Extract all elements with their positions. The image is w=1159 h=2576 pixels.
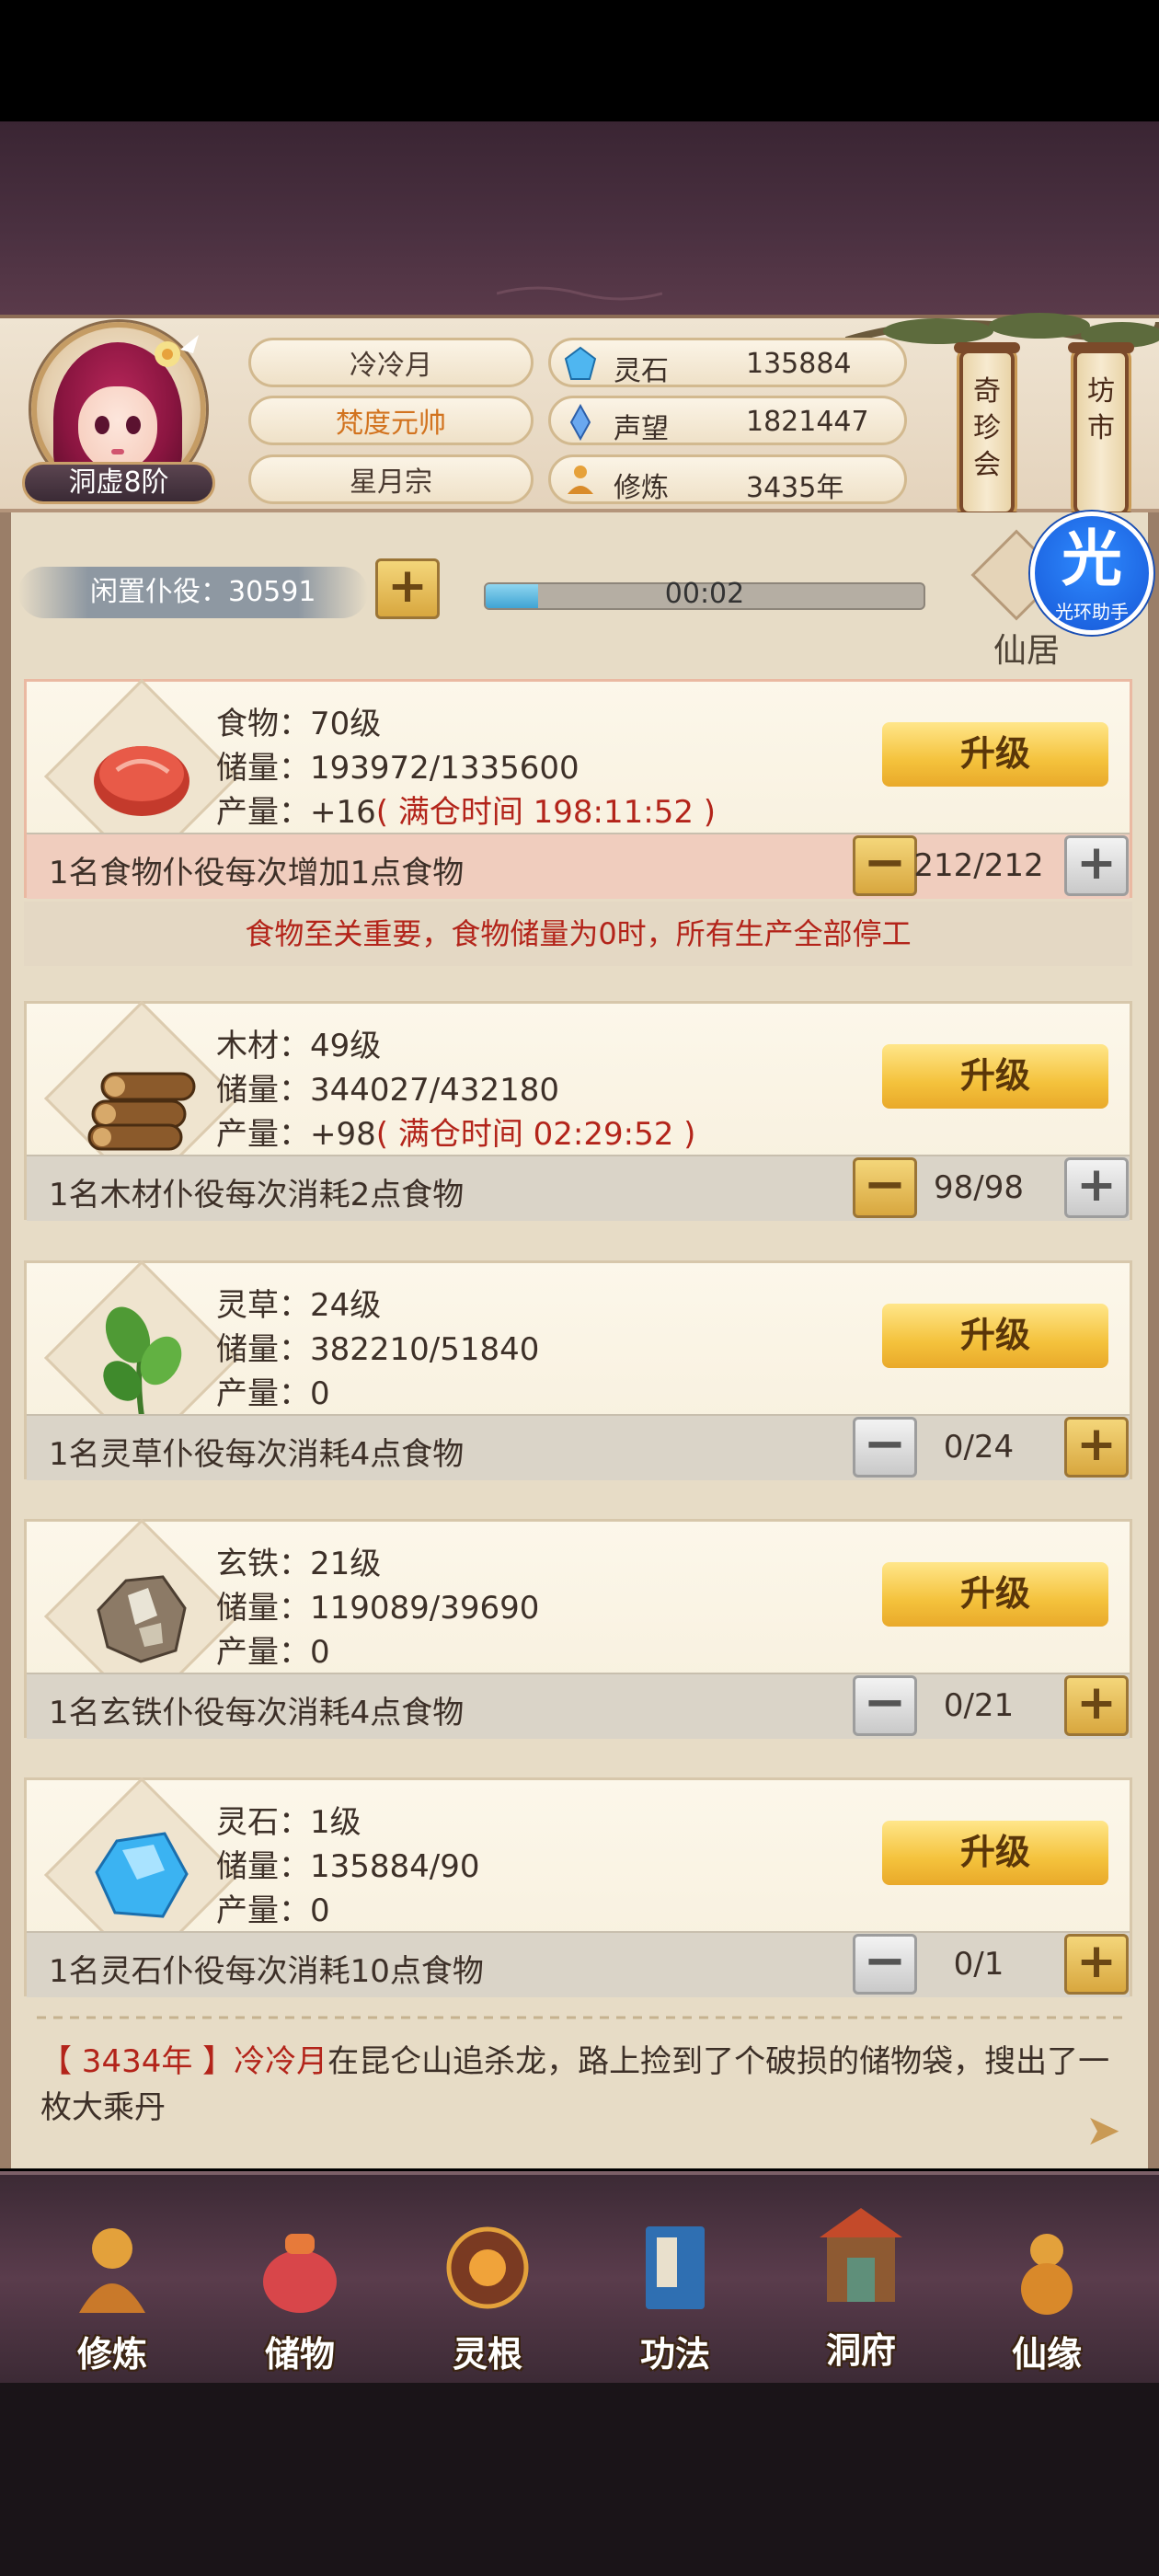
servant-description: 1名灵石仆役每次消耗10点食物	[49, 1953, 484, 1990]
upgrade-button[interactable]: 升级	[882, 1821, 1108, 1885]
add-servant-button[interactable]: +	[1064, 1157, 1129, 1218]
player-sect[interactable]: 星月宗	[248, 454, 534, 504]
residence-label[interactable]: 仙居	[993, 624, 1060, 672]
panel-border-right	[1148, 512, 1159, 2168]
resource-storage: 储量：344027/432180	[216, 1072, 560, 1109]
food-resource-card: 食物：70级 储量：193972/1335600 产量：+16( 满仓时间 19…	[24, 678, 1132, 899]
servant-count: 212/212	[913, 847, 1044, 884]
add-servant-button[interactable]: +	[1064, 1675, 1129, 1736]
spirit-root-icon	[446, 2226, 529, 2309]
add-servant-button[interactable]: +	[1064, 1934, 1129, 1995]
system-nav-area	[0, 2383, 1159, 2576]
header-ornament	[497, 286, 662, 301]
servant-count: 0/21	[943, 1687, 1015, 1724]
remove-servant-button[interactable]: −	[853, 1157, 917, 1218]
card-footer: 1名灵草仆役每次消耗4点食物 − 0/24 +	[27, 1414, 1130, 1480]
event-log: 【 3434年 】冷冷月在昆仑山追杀龙，路上捡到了个破损的储物袋，搜出了一枚大乘…	[40, 2043, 1110, 2126]
wood-resource-card: 木材：49级 储量：344027/432180 产量：+98( 满仓时间 02:…	[24, 1000, 1132, 1221]
resource-level: 灵草：24级	[216, 1287, 382, 1324]
resource-output: 产量：0	[216, 1375, 330, 1412]
hair-flower-icon	[155, 335, 199, 367]
resource-output: 产量：+98( 满仓时间 02:29:52 )	[216, 1116, 696, 1153]
ore-icon	[97, 1575, 187, 1663]
upgrade-button[interactable]: 升级	[882, 1304, 1108, 1368]
wood-logs-icon	[87, 1072, 196, 1151]
resource-level: 玄铁：21级	[216, 1546, 382, 1582]
servant-description: 1名食物仆役每次增加1点食物	[49, 855, 465, 891]
resource-storage: 储量：382210/51840	[216, 1331, 540, 1368]
player-title[interactable]: 梵度元帅	[248, 396, 534, 445]
servant-description: 1名木材仆役每次消耗2点食物	[49, 1177, 465, 1213]
log-next-arrow-icon[interactable]: ➤	[1085, 2105, 1121, 2155]
rank-badge: 洞虚8阶	[22, 462, 215, 504]
helper-overlay-button[interactable]: 光 光环助手	[1030, 512, 1153, 635]
iron-resource-card: 玄铁：21级 储量：119089/39690 产量：0 升级 1名玄铁仆役每次消…	[24, 1518, 1132, 1739]
ornament-divider	[37, 2016, 1122, 2019]
card-footer: 1名灵石仆役每次消耗10点食物 − 0/1 +	[27, 1931, 1130, 1997]
servant-count: 98/98	[934, 1169, 1024, 1206]
gourd-icon	[1021, 2234, 1073, 2315]
resource-level: 食物：70级	[216, 706, 382, 742]
herb-resource-card: 灵草：24级 储量：382210/51840 产量：0 升级 1名灵草仆役每次消…	[24, 1259, 1132, 1480]
status-bar-area	[0, 0, 1159, 121]
spirit-stone-resource-card: 灵石：1级 储量：135884/90 产量：0 升级 1名灵石仆役每次消耗10点…	[24, 1777, 1132, 1997]
add-servant-button[interactable]: +	[375, 558, 440, 619]
cave-mansion-icon	[820, 2208, 902, 2302]
servant-description: 1名灵草仆役每次消耗4点食物	[49, 1436, 465, 1473]
upgrade-button[interactable]: 升级	[882, 722, 1108, 787]
nav-storage[interactable]: 储物	[226, 2217, 373, 2375]
resource-output: 产量：0	[216, 1892, 330, 1929]
cultivation-stat: 修炼 3435年	[548, 454, 907, 504]
resource-output: 产量：+16( 满仓时间 198:11:52 )	[216, 794, 717, 831]
nav-cave-mansion[interactable]: 洞府	[787, 2201, 935, 2371]
resource-storage: 储量：193972/1335600	[216, 750, 580, 787]
nav-techniques[interactable]: 功法	[602, 2217, 749, 2375]
add-servant-button[interactable]: +	[1064, 835, 1129, 896]
idle-servants-label: 闲置仆役：30591	[18, 567, 368, 618]
spirit-stone-icon	[564, 346, 597, 380]
scripture-book-icon	[646, 2226, 705, 2309]
card-footer: 1名玄铁仆役每次消耗4点食物 − 0/21 +	[27, 1673, 1130, 1739]
progress-timer: 00:02	[664, 578, 745, 610]
storage-bag-icon	[263, 2234, 337, 2313]
remove-servant-button[interactable]: −	[853, 1934, 917, 1995]
nav-spirit-root[interactable]: 灵根	[414, 2217, 561, 2375]
herb-icon	[103, 1306, 182, 1417]
cultivation-icon	[79, 2228, 145, 2313]
food-warning: 食物至关重要，食物储量为0时，所有生产全部停工	[24, 902, 1132, 966]
header-background	[0, 121, 1159, 315]
nav-cultivation[interactable]: 修炼	[39, 2217, 186, 2375]
resource-output: 产量：0	[216, 1634, 330, 1671]
remove-servant-button[interactable]: −	[853, 1675, 917, 1736]
market-button[interactable]: 坊市	[1068, 342, 1134, 523]
remove-servant-button[interactable]: −	[853, 835, 917, 896]
servant-description: 1名玄铁仆役每次消耗4点食物	[49, 1695, 465, 1731]
player-name: 冷冷月	[248, 338, 534, 387]
panel-border-left	[0, 512, 11, 2168]
resource-storage: 储量：135884/90	[216, 1848, 480, 1885]
resource-level: 灵石：1级	[216, 1804, 361, 1841]
remove-servant-button[interactable]: −	[853, 1417, 917, 1478]
treasure-shop-button[interactable]: 奇珍会	[954, 342, 1020, 523]
servant-count: 0/1	[953, 1946, 1004, 1983]
resource-level: 木材：49级	[216, 1028, 382, 1064]
meat-icon	[94, 746, 189, 816]
spirit-stone-stat: 灵石 135884	[548, 338, 907, 387]
card-footer: 1名木材仆役每次消耗2点食物 − 98/98 +	[27, 1155, 1130, 1221]
meditation-icon	[568, 466, 593, 494]
reputation-stat: 声望 1821447	[548, 396, 907, 445]
servant-count: 0/24	[943, 1429, 1015, 1466]
nav-fate[interactable]: 仙缘	[973, 2217, 1120, 2375]
spirit-crystal-icon	[95, 1832, 189, 1918]
card-footer: 1名食物仆役每次增加1点食物 − 212/212 +	[27, 833, 1130, 899]
resource-storage: 储量：119089/39690	[216, 1590, 540, 1627]
upgrade-button[interactable]: 升级	[882, 1562, 1108, 1627]
avatar-face	[78, 386, 157, 471]
reputation-icon	[569, 404, 591, 441]
add-servant-button[interactable]: +	[1064, 1417, 1129, 1478]
upgrade-button[interactable]: 升级	[882, 1044, 1108, 1109]
